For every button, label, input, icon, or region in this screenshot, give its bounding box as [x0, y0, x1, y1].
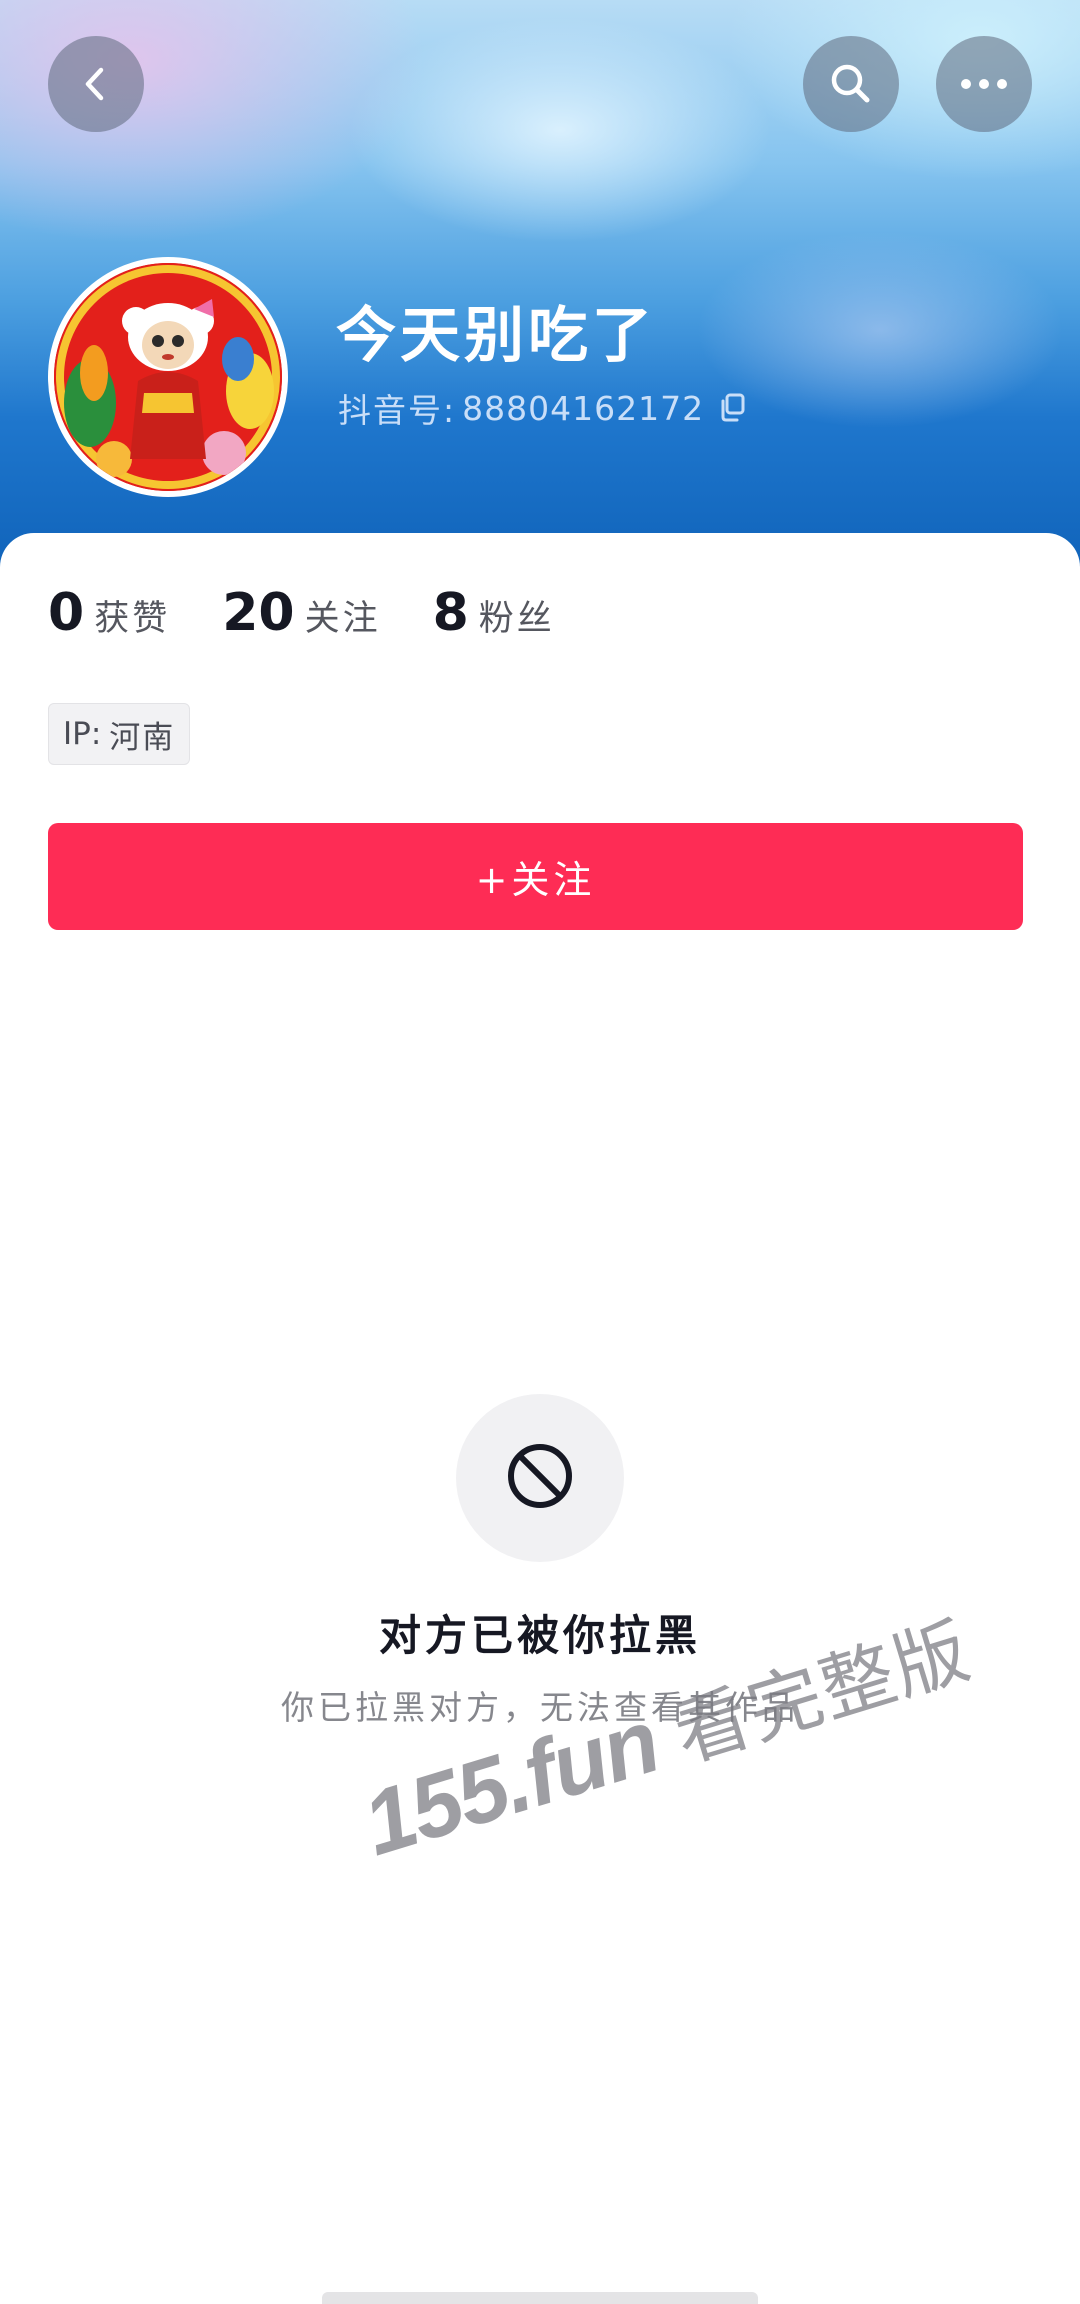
search-button[interactable]	[803, 36, 899, 132]
account-id-value: 88804162172	[462, 388, 705, 428]
stat-followers[interactable]: 8 粉丝	[433, 583, 555, 643]
ip-label: IP:	[63, 716, 102, 752]
ip-location-tag: IP: 河南	[48, 703, 191, 765]
chevron-left-icon	[74, 62, 118, 106]
stat-followers-value: 8	[432, 583, 469, 643]
search-icon	[826, 59, 876, 109]
back-button[interactable]	[48, 36, 144, 132]
account-id-row: 抖音号: 88804162172	[338, 383, 746, 433]
stat-following[interactable]: 20 关注	[222, 583, 380, 643]
stat-following-value: 20	[222, 583, 295, 643]
follow-button[interactable]: +关注	[48, 823, 1023, 930]
profile-nickname: 今天别吃了	[336, 301, 656, 371]
ip-value: 河南	[109, 719, 176, 756]
avatar[interactable]	[48, 257, 288, 497]
more-horizontal-icon	[956, 74, 1012, 94]
stat-likes-label: 获赞	[94, 599, 171, 639]
stat-following-label: 关注	[304, 599, 381, 639]
profile-page: 今天别吃了 抖音号: 88804162172 0 获赞 20 关注 8 粉丝 I…	[0, 0, 1080, 2304]
stat-likes[interactable]: 0 获赞	[48, 583, 170, 643]
copy-icon[interactable]	[718, 393, 746, 423]
stat-followers-label: 粉丝	[478, 599, 555, 639]
account-id-label: 抖音号:	[338, 391, 457, 430]
home-indicator[interactable]	[322, 2292, 758, 2304]
block-icon	[504, 1440, 576, 1516]
stats-row: 0 获赞 20 关注 8 粉丝	[48, 573, 607, 653]
stat-likes-value: 0	[48, 583, 85, 643]
more-button[interactable]	[936, 36, 1032, 132]
blocked-icon-badge	[456, 1394, 624, 1562]
profile-header: 今天别吃了 抖音号: 88804162172	[0, 0, 1080, 580]
